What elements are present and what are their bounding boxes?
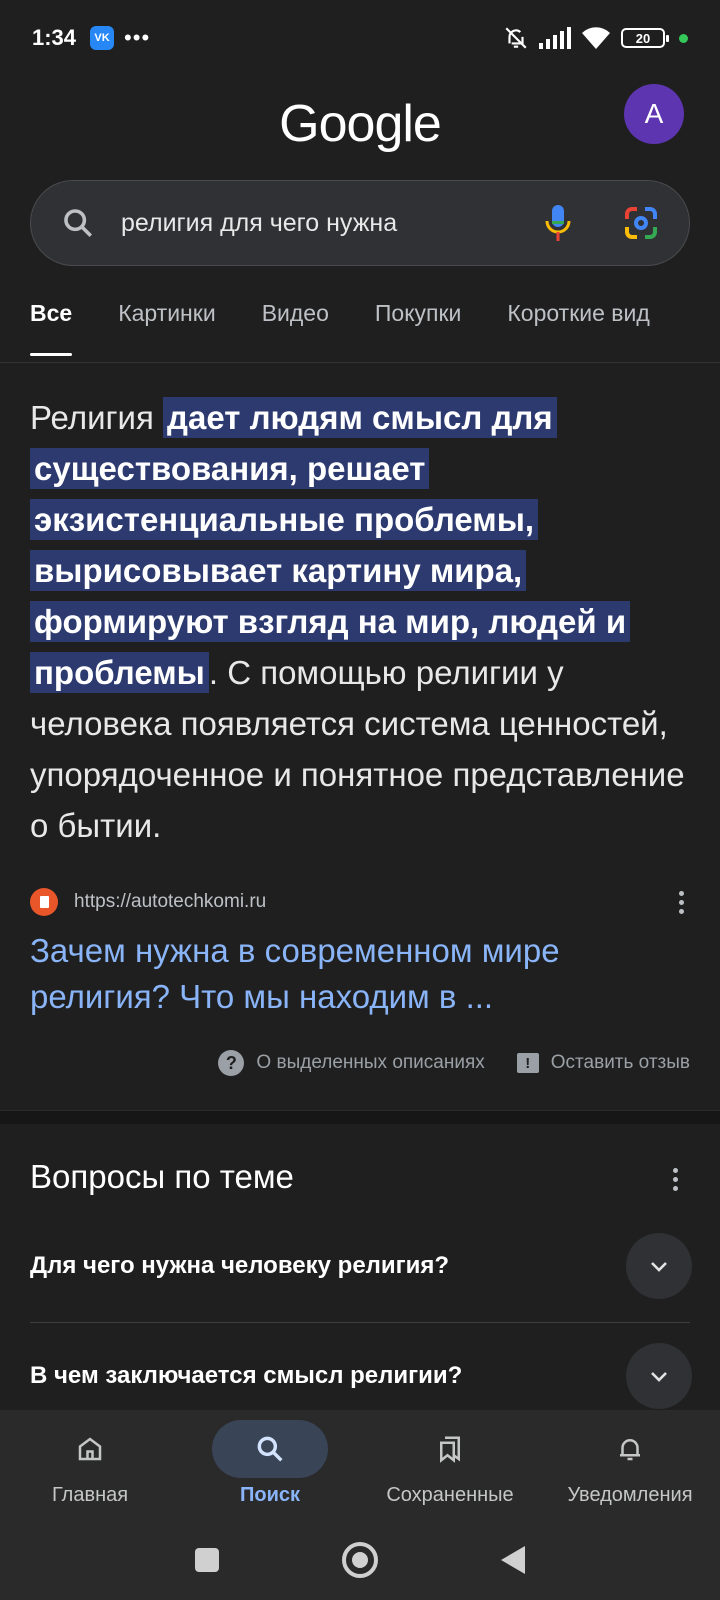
nav-label: Сохраненные bbox=[386, 1484, 514, 1506]
tab-short-videos[interactable]: Короткие вид bbox=[507, 300, 649, 356]
nav-label: Главная bbox=[51, 1484, 129, 1506]
result-title-link[interactable]: Зачем нужна в современном мире религия? … bbox=[30, 928, 690, 1020]
back-icon[interactable] bbox=[499, 1544, 527, 1576]
question-item[interactable]: В чем заключается смысл религии? bbox=[30, 1343, 692, 1409]
questions-more-icon[interactable] bbox=[667, 1168, 684, 1191]
tab-images[interactable]: Картинки bbox=[118, 300, 215, 356]
bell-icon bbox=[572, 1420, 688, 1478]
site-favicon-icon bbox=[30, 888, 58, 916]
battery-icon: 20 bbox=[621, 28, 669, 48]
chevron-down-icon[interactable] bbox=[626, 1343, 692, 1409]
tab-all[interactable]: Все bbox=[30, 300, 73, 356]
search-bar[interactable]: религия для чего нужна bbox=[30, 180, 690, 266]
question-label[interactable]: Для чего нужна человеку религия? bbox=[30, 1252, 626, 1280]
search-query-text[interactable]: религия для чего нужна bbox=[121, 209, 543, 238]
system-navigation-bar bbox=[0, 1520, 720, 1600]
google-logo[interactable]: Google bbox=[0, 94, 720, 154]
recents-icon[interactable] bbox=[193, 1546, 221, 1574]
leave-feedback-link[interactable]: Оставить отзыв bbox=[551, 1052, 690, 1074]
bookmarks-icon bbox=[392, 1420, 508, 1478]
nav-search[interactable]: Поиск bbox=[180, 1410, 360, 1520]
nav-label: Поиск bbox=[239, 1484, 301, 1506]
account-avatar[interactable]: A bbox=[624, 84, 684, 144]
signal-icon bbox=[539, 27, 571, 49]
search-icon bbox=[64, 209, 93, 238]
nav-saved[interactable]: Сохраненные bbox=[360, 1410, 540, 1520]
chevron-down-icon[interactable] bbox=[626, 1233, 692, 1299]
status-time: 1:34 bbox=[32, 25, 77, 50]
search-tabs: Все Картинки Видео Покупки Короткие вид bbox=[30, 300, 650, 356]
bottom-navigation: Главная Поиск Сохраненные Уведомления bbox=[0, 1410, 720, 1520]
wifi-icon bbox=[582, 27, 610, 49]
home-button-icon[interactable] bbox=[341, 1541, 379, 1579]
vk-notification-icon: VK bbox=[90, 26, 115, 50]
section-divider bbox=[0, 1110, 720, 1124]
result-source[interactable]: https://autotechkomi.ru bbox=[30, 888, 690, 916]
nav-home[interactable]: Главная bbox=[0, 1410, 180, 1520]
more-notifications-icon: ••• bbox=[124, 25, 151, 50]
question-divider bbox=[30, 1322, 690, 1323]
privacy-indicator-dot bbox=[679, 33, 688, 43]
snippet-lead: Религия bbox=[30, 399, 164, 436]
question-label[interactable]: В чем заключается смысл религии? bbox=[30, 1362, 626, 1390]
snippet-feedback-bar: ? О выделенных описаниях ! Оставить отзы… bbox=[218, 1050, 690, 1076]
microphone-icon[interactable] bbox=[543, 203, 573, 243]
about-snippets-link[interactable]: О выделенных описаниях bbox=[256, 1052, 484, 1074]
google-lens-icon[interactable] bbox=[623, 205, 659, 241]
help-icon[interactable]: ? bbox=[218, 1050, 245, 1076]
status-bar: 1:34 VK ••• 20 bbox=[0, 0, 720, 76]
nav-notifications[interactable]: Уведомления bbox=[540, 1410, 720, 1520]
bell-off-icon bbox=[505, 27, 527, 49]
featured-snippet: Религия дает людям смысл для существован… bbox=[30, 392, 690, 851]
result-url[interactable]: https://autotechkomi.ru bbox=[74, 891, 266, 913]
nav-label: Уведомления bbox=[567, 1484, 693, 1506]
result-more-icon[interactable] bbox=[673, 890, 690, 914]
question-item[interactable]: Для чего нужна человеку религия? bbox=[30, 1233, 692, 1299]
snippet-highlight: дает людям смысл для существования, реша… bbox=[30, 397, 631, 693]
related-questions-title: Вопросы по теме bbox=[30, 1158, 294, 1195]
feedback-icon[interactable]: ! bbox=[516, 1053, 539, 1073]
search-icon bbox=[212, 1420, 328, 1478]
tab-videos[interactable]: Видео bbox=[262, 300, 329, 356]
home-icon bbox=[32, 1420, 148, 1478]
tabs-divider bbox=[0, 362, 720, 363]
tab-shopping[interactable]: Покупки bbox=[375, 300, 462, 356]
